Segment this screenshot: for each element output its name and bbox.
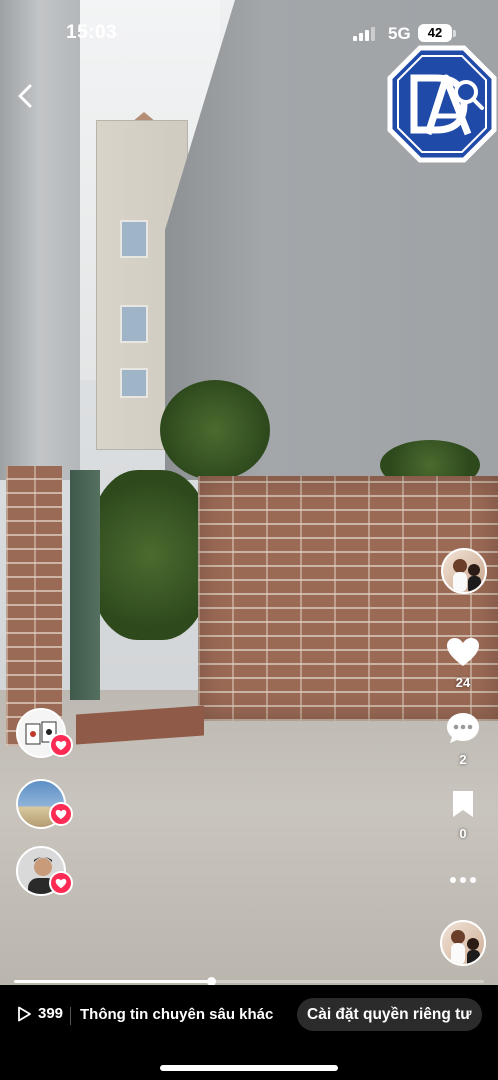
battery-icon: 42 xyxy=(418,24,452,42)
like-button[interactable]: 24 xyxy=(436,636,490,690)
tower-window xyxy=(120,368,148,398)
music-disc-avatar[interactable] xyxy=(440,920,486,966)
signal-icon xyxy=(353,26,377,41)
green-gate xyxy=(70,470,100,700)
home-indicator xyxy=(160,1065,338,1071)
comment-count: 2 xyxy=(459,752,467,767)
more-insights-link[interactable]: Thông tin chuyên sâu khác xyxy=(80,1006,273,1023)
heart-icon xyxy=(55,740,67,750)
play-icon xyxy=(18,1006,31,1021)
comment-button[interactable]: 2 xyxy=(436,711,490,767)
network-type: 5G xyxy=(388,24,411,43)
brick-pillar xyxy=(6,466,62,746)
back-button[interactable] xyxy=(12,78,40,114)
brand-logo xyxy=(386,44,498,164)
view-count-label: 399 xyxy=(38,1005,64,1022)
save-count: 0 xyxy=(459,826,467,841)
chevron-left-icon xyxy=(18,84,32,108)
status-time: 15:03 xyxy=(66,22,118,43)
view-count[interactable]: 399 xyxy=(16,1005,63,1022)
comment-icon xyxy=(447,713,479,743)
left-wall xyxy=(0,0,80,480)
tree-foliage xyxy=(160,380,270,480)
like-count: 24 xyxy=(455,675,471,690)
liked-badge xyxy=(49,733,73,757)
video-progress-bar[interactable] xyxy=(14,977,484,986)
privacy-settings-button[interactable]: Cài đặt quyền riêng tư xyxy=(297,998,482,1031)
battery-tip xyxy=(453,30,456,37)
divider xyxy=(70,1007,71,1025)
save-button[interactable]: 0 xyxy=(436,789,490,841)
bookmark-icon xyxy=(453,791,473,817)
plant-foliage xyxy=(90,470,210,640)
tower-window xyxy=(120,220,148,258)
liked-badge xyxy=(49,871,73,895)
heart-icon xyxy=(55,878,67,888)
bottom-bar: 399 Thông tin chuyên sâu khác Cài đặt qu… xyxy=(0,985,498,1080)
heart-icon xyxy=(447,638,479,666)
tower-window xyxy=(120,305,148,343)
concrete-ground xyxy=(0,690,498,985)
heart-icon xyxy=(55,809,67,819)
octagon-logo-icon xyxy=(387,45,497,163)
more-dots-icon xyxy=(450,877,476,883)
more-options-button[interactable] xyxy=(436,868,490,897)
creator-avatar[interactable] xyxy=(441,548,487,594)
progress-fill xyxy=(14,980,212,983)
liked-badge xyxy=(49,802,73,826)
